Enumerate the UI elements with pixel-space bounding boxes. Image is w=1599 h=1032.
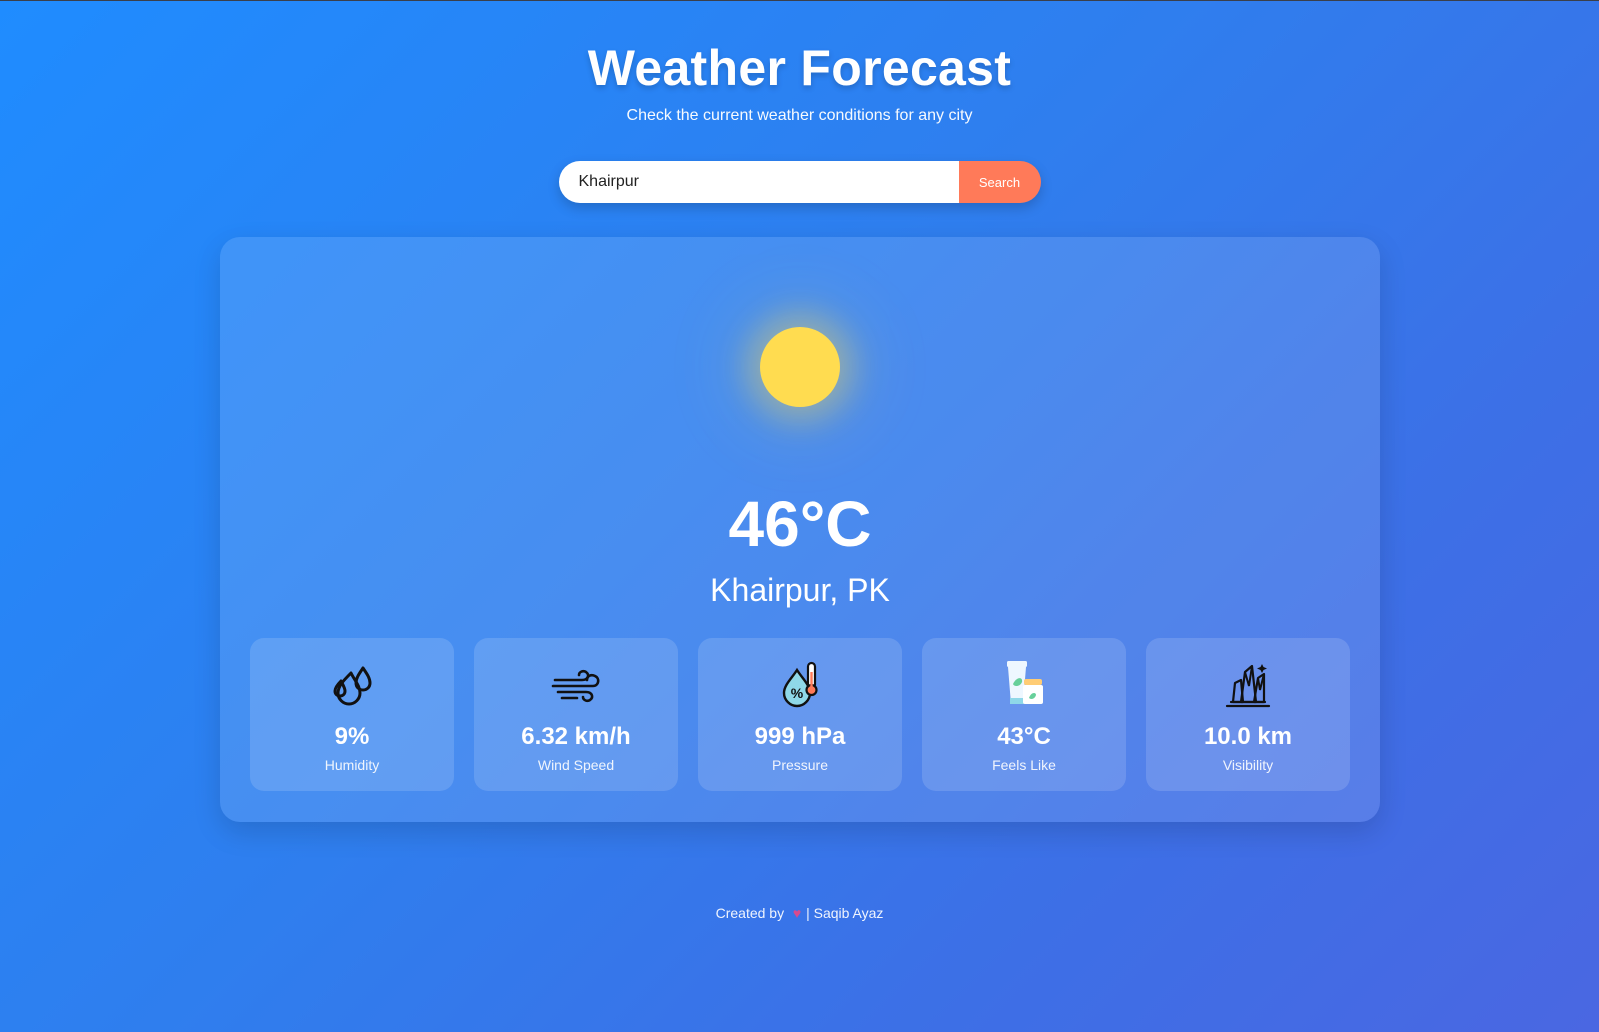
page-subtitle: Check the current weather conditions for… [626,107,973,124]
visibility-icon [1225,664,1271,708]
feels-like-icon [1007,661,1043,704]
wind-speed-label: Wind Speed [537,757,615,773]
page-title: Weather Forecast [587,40,1012,96]
search-bar: Search [558,161,1041,203]
weather-icon-wrapper [760,327,840,407]
visibility-value: 10.0 km [1203,723,1293,750]
wind-speed-card: 6.32 km/h Wind Speed [474,638,678,791]
pressure-value: 999 hPa [754,723,846,750]
visibility-label: Visibility [1222,757,1274,773]
feels-like-label: Feels Like [992,757,1056,773]
wind-icon [551,669,600,703]
weather-stats: 9% Humidity 6.32 km/h Wind Speed % 999 h… [250,638,1350,791]
feels-like-value: 43°C [997,723,1051,750]
weather-card: 46°C Khairpur, PK 9% Humidity 6.32 km/h … [220,237,1380,822]
footer: Created by ♥ | Saqib Ayaz [0,905,1599,921]
page-header: Weather Forecast Check the current weath… [0,1,1599,125]
footer-created-by: Created by [715,905,785,921]
humidity-icon [333,666,372,706]
city-search-input[interactable] [558,161,959,203]
sun-icon [760,327,840,407]
pressure-card: % 999 hPa Pressure [698,638,902,791]
search-button[interactable]: Search [958,161,1041,203]
humidity-card: 9% Humidity [250,638,454,791]
current-temperature: 46°C [728,488,872,560]
pressure-icon: % [782,661,818,708]
visibility-card: 10.0 km Visibility [1146,638,1350,791]
wind-speed-value: 6.32 km/h [521,723,631,750]
pressure-label: Pressure [771,757,829,773]
footer-author: | Saqib Ayaz [806,905,884,921]
current-location: Khairpur, PK [710,572,890,608]
svg-text:%: % [791,685,804,701]
feels-like-card: 43°C Feels Like [922,638,1126,791]
heart-icon: ♥ [792,905,802,921]
humidity-label: Humidity [324,757,380,773]
humidity-value: 9% [334,723,370,750]
